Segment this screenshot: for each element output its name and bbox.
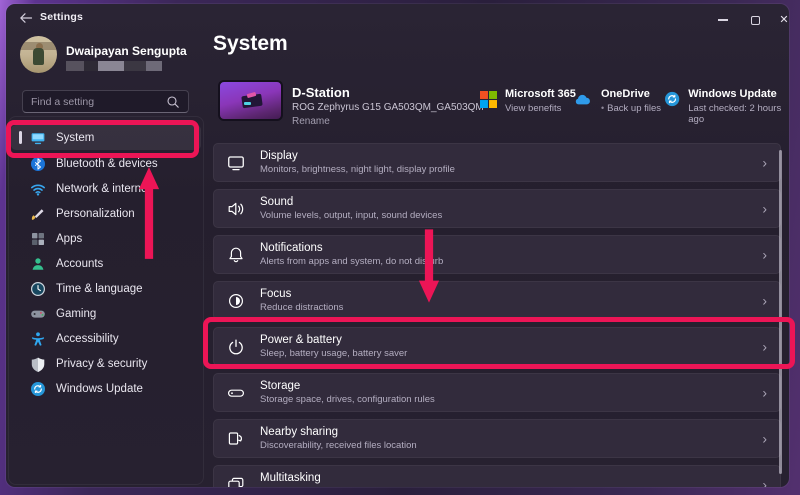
chevron-right-icon: › [762, 384, 767, 400]
apps-icon [30, 231, 46, 247]
row-title: Storage [260, 380, 435, 393]
row-subtitle: Monitors, brightness, night light, displ… [260, 165, 455, 175]
time-icon [30, 281, 46, 297]
row-subtitle: Storage space, drives, configuration rul… [260, 395, 435, 405]
close-button[interactable]: ✕ [771, 10, 789, 30]
sidebar-item-privacy-security[interactable]: Privacy & security [11, 351, 201, 376]
status-subtitle: Back up files [607, 103, 661, 114]
storage-icon [226, 383, 246, 403]
sidebar-item-personalization[interactable]: Personalization [11, 201, 201, 226]
row-title: Display [260, 150, 455, 163]
sidebar-item-label: Network & internet [56, 183, 151, 195]
desktop-background: Settings ✕ Dwaipayan Sengupta System Blu… [0, 0, 800, 495]
row-subtitle: Alerts from apps and system, do not dist… [260, 257, 443, 267]
maximize-icon [751, 16, 760, 25]
sound-icon [226, 199, 246, 219]
chevron-right-icon: › [762, 246, 767, 262]
sidebar-item-label: Time & language [56, 283, 143, 295]
window-title: Settings [40, 11, 83, 23]
row-subtitle: Discoverability, received files location [260, 441, 417, 451]
redacted-email [66, 61, 162, 71]
annotation-arrow-up [138, 165, 160, 261]
settings-row-notifications[interactable]: Notifications Alerts from apps and syste… [213, 235, 781, 274]
row-title: Multitasking [260, 472, 429, 485]
avatar[interactable] [20, 36, 57, 73]
settings-row-storage[interactable]: Storage Storage space, drives, configura… [213, 373, 781, 412]
device-name: D-Station [292, 85, 350, 100]
sidebar-item-network-internet[interactable]: Network & internet [11, 176, 201, 201]
search-input[interactable] [31, 96, 166, 108]
settings-window: Settings ✕ Dwaipayan Sengupta System Blu… [6, 4, 789, 487]
sidebar-item-label: Accounts [56, 258, 103, 270]
annotation-box-system [6, 120, 199, 158]
chevron-right-icon: › [762, 476, 767, 487]
sidebar-item-apps[interactable]: Apps [11, 226, 201, 251]
minimize-icon [718, 19, 728, 21]
sidebar-item-label: Windows Update [56, 383, 143, 395]
chevron-right-icon: › [762, 200, 767, 216]
sidebar-item-gaming[interactable]: Gaming [11, 301, 201, 326]
device-thumbnail [218, 80, 283, 121]
personalization-icon [30, 206, 46, 222]
settings-row-multitasking[interactable]: Multitasking Snap windows, desktops, tas… [213, 465, 781, 487]
accounts-icon [30, 256, 46, 272]
focus-icon [226, 291, 246, 311]
row-title: Focus [260, 288, 343, 301]
search-icon [166, 95, 180, 109]
scrollbar[interactable] [779, 150, 782, 474]
page-title: System [213, 32, 288, 56]
row-subtitle: Volume levels, output, input, sound devi… [260, 211, 442, 221]
user-name: Dwaipayan Sengupta [66, 44, 187, 58]
annotation-box-power-battery [203, 317, 795, 369]
network-icon [30, 181, 46, 197]
maximize-button[interactable] [742, 10, 768, 30]
minimize-button[interactable] [710, 10, 736, 30]
display-icon [226, 153, 246, 173]
sidebar-item-label: Accessibility [56, 333, 119, 345]
status-windows-update[interactable]: Windows Update Last checked: 2 hours ago [664, 88, 789, 125]
sidebar-item-windows-update[interactable]: Windows Update [11, 376, 201, 401]
back-button[interactable] [18, 10, 34, 26]
accessibility-icon [30, 331, 46, 347]
sidebar-item-accessibility[interactable]: Accessibility [11, 326, 201, 351]
settings-row-display[interactable]: Display Monitors, brightness, night ligh… [213, 143, 781, 182]
sidebar-item-label: Apps [56, 233, 82, 245]
sidebar-item-time-language[interactable]: Time & language [11, 276, 201, 301]
status-microsoft-365[interactable]: Microsoft 365 View benefits [480, 88, 576, 114]
windows-update-icon [664, 90, 680, 108]
gaming-icon [30, 306, 46, 322]
status-subtitle: Last checked: 2 hours ago [688, 103, 789, 125]
settings-row-sound[interactable]: Sound Volume levels, output, input, soun… [213, 189, 781, 228]
nearby-sharing-icon [226, 429, 246, 449]
sidebar-item-label: Personalization [56, 208, 135, 220]
chevron-right-icon: › [762, 154, 767, 170]
rename-link[interactable]: Rename [292, 116, 330, 127]
sidebar-item-accounts[interactable]: Accounts [11, 251, 201, 276]
close-icon: ✕ [779, 15, 788, 26]
privacy-icon [30, 356, 46, 372]
settings-row-nearby-sharing[interactable]: Nearby sharing Discoverability, received… [213, 419, 781, 458]
sidebar-item-label: Gaming [56, 308, 96, 320]
status-onedrive[interactable]: OneDrive •Back up files [572, 88, 661, 114]
onedrive-cloud-icon [572, 92, 593, 108]
status-subtitle: View benefits [505, 103, 576, 114]
windows-update-icon [30, 381, 46, 397]
notifications-icon [226, 245, 246, 265]
sidebar-item-label: Privacy & security [56, 358, 147, 370]
row-title: Sound [260, 196, 442, 209]
chevron-right-icon: › [762, 430, 767, 446]
row-subtitle: Reduce distractions [260, 303, 343, 313]
device-model: ROG Zephyrus G15 GA503QM_GA503QM [292, 102, 484, 113]
microsoft-logo-icon [480, 91, 497, 108]
row-title: Notifications [260, 242, 443, 255]
annotation-arrow-down [418, 227, 440, 305]
sync-dot: • [601, 103, 604, 113]
chevron-right-icon: › [762, 292, 767, 308]
search-box [22, 90, 189, 113]
row-title: Nearby sharing [260, 426, 417, 439]
settings-row-focus[interactable]: Focus Reduce distractions › [213, 281, 781, 320]
multitasking-icon [226, 475, 246, 488]
